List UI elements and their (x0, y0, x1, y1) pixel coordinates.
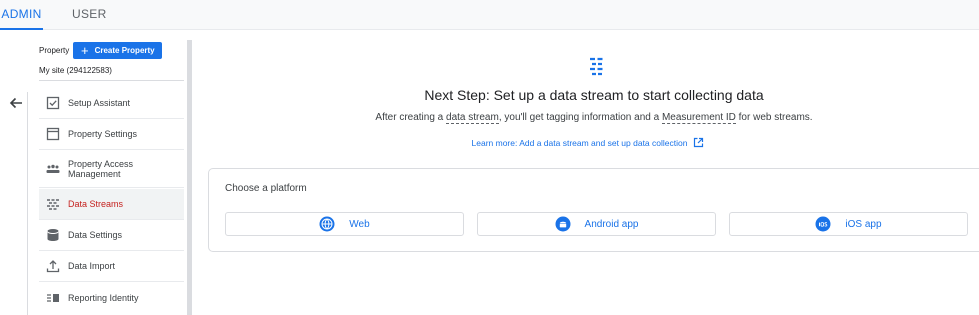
sidebar-item-label: Data Settings (68, 230, 123, 240)
ios-platform-label: iOS app (845, 218, 882, 230)
people-icon (45, 161, 61, 177)
ios-icon (815, 216, 831, 232)
platform-card-title: Choose a platform (225, 183, 307, 194)
learn-more-label: Learn more: Add a data stream and set up… (471, 137, 688, 148)
top-tab-bar: ADMIN USER (0, 0, 979, 30)
sidebar-item-label: Property Access Management (68, 158, 134, 179)
plus-icon: + (81, 43, 89, 58)
create-property-label: Create Property (94, 46, 155, 55)
globe-icon (319, 216, 335, 232)
tab-admin[interactable]: ADMIN (0, 0, 43, 30)
android-platform-label: Android app (584, 218, 639, 230)
data-streams-icon (586, 55, 608, 77)
data-stream-term[interactable]: data stream (446, 112, 499, 124)
sidebar-item-label: Reporting Identity (68, 292, 139, 303)
android-icon (555, 216, 571, 232)
measurement-id-term[interactable]: Measurement ID (661, 112, 736, 124)
sidebar-item-data-import[interactable]: Data Import (39, 251, 184, 282)
database-icon (45, 227, 61, 243)
external-link-icon (693, 137, 704, 150)
subtext-part: After creating a (375, 112, 447, 123)
divider (27, 92, 28, 315)
tab-user[interactable]: USER (72, 0, 106, 30)
learn-more-link[interactable]: Learn more: Add a data stream and set up… (0, 137, 979, 150)
subtext-part: , you'll get tagging information and a (498, 112, 662, 123)
scrollbar[interactable] (187, 40, 192, 315)
property-site[interactable]: My site (294122583) (39, 66, 112, 75)
sidebar-item-label: Data Import (68, 261, 116, 271)
subtext-part: for web streams. (735, 112, 813, 123)
create-property-button[interactable]: + Create Property (73, 42, 162, 59)
property-label: Property (39, 46, 70, 55)
platform-card: Choose a platform Web Android app iOS ap… (208, 168, 979, 252)
android-platform-button[interactable]: Android app (477, 212, 716, 236)
sidebar-item-data-streams[interactable]: Data Streams (39, 189, 184, 220)
sidebar-item-data-settings[interactable]: Data Settings (39, 220, 184, 251)
page-headline: Next Step: Set up a data stream to start… (424, 87, 764, 103)
web-platform-label: Web (349, 218, 370, 230)
data-streams-icon (45, 196, 61, 212)
sidebar-item-property-access[interactable]: Property Access Management (39, 150, 184, 188)
identity-icon (45, 290, 61, 306)
web-platform-button[interactable]: Web (225, 212, 464, 236)
divider (39, 80, 184, 81)
upload-icon (45, 258, 61, 274)
sidebar-item-reporting-identity[interactable]: Reporting Identity (39, 282, 184, 313)
page-subtext: After creating a data stream, you'll get… (0, 112, 979, 124)
sidebar-item-label: Data Streams (68, 199, 124, 209)
ios-platform-button[interactable]: iOS app (729, 212, 968, 236)
